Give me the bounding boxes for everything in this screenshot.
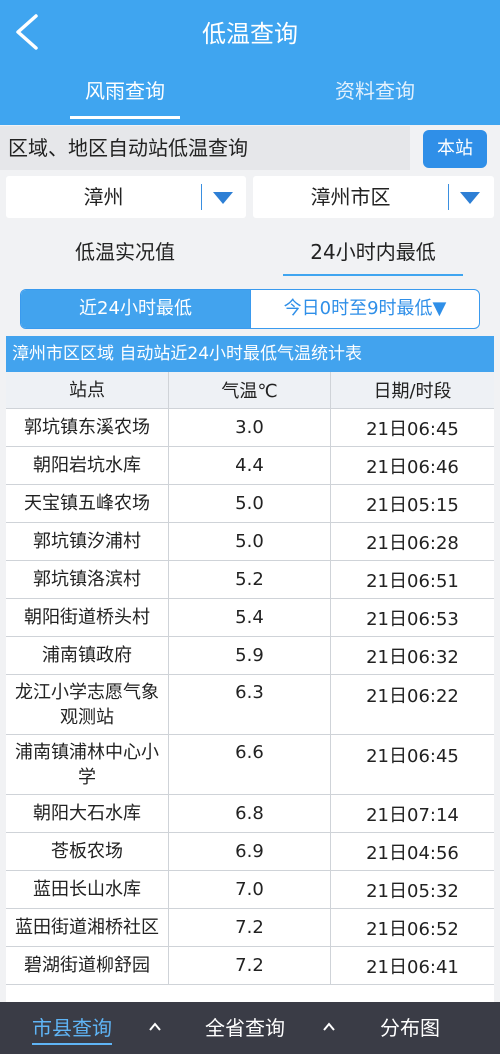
select-divider [448,184,449,210]
table-row[interactable]: 朝阳大石水库 6.8 21日07:14 [6,795,494,833]
mode-switch: 低温实况值 24小时内最低 [0,228,500,276]
temperature-cell: 5.9 [169,637,331,674]
temperature-cell: 7.2 [169,909,331,946]
datetime-cell: 21日05:15 [366,494,459,516]
datetime-cell: 21日06:45 [366,418,459,440]
station-name-cell: 蓝田街道湘桥社区 [6,909,169,946]
temperature-cell: 4.4 [169,447,331,484]
region-row: 区域、地区自动站低温查询 本站 [0,126,500,170]
temperature-cell: 6.8 [169,795,331,832]
datetime-cell: 21日06:53 [366,608,459,630]
district-select-value: 漳州市区 [310,185,391,209]
datetime-cell: 21日04:56 [366,842,459,864]
temperature-cell: 5.0 [169,485,331,522]
table-row[interactable]: 苍板农场 6.9 21日04:56 [6,833,494,871]
station-name-cell: 朝阳街道桥头村 [6,599,169,636]
region-selects: 漳州 漳州市区 [6,176,494,218]
header-datetime: 日期/时段 [373,381,452,402]
station-name-cell: 浦南镇浦林中心小学 [6,735,169,794]
bottom-nav: 市县查询 全省查询 分布图 [0,1002,500,1054]
app-header: 低温查询 风雨查询 资料查询 [0,0,500,125]
table-row[interactable]: 天宝镇五峰农场 5.0 21日05:15 [6,485,494,523]
table-row[interactable]: 蓝田长山水库 7.0 21日05:32 [6,871,494,909]
table-row[interactable]: 郭坑镇洛滨村 5.2 21日06:51 [6,561,494,599]
station-name-cell: 蓝田长山水库 [6,871,169,908]
page-title: 低温查询 [202,20,298,48]
dropdown-triangle-icon [460,192,480,204]
temperature-cell: 5.0 [169,523,331,560]
station-name-cell: 龙江小学志愿气象观测站 [6,675,169,734]
datetime-cell: 21日06:41 [366,956,459,978]
chevron-up-icon[interactable] [148,1020,162,1034]
station-name-cell: 朝阳大石水库 [6,795,169,832]
table-row[interactable]: 蓝田街道湘桥社区 7.2 21日06:52 [6,909,494,947]
table-row[interactable]: 碧湖街道柳舒园 7.2 21日06:41 [6,947,494,985]
table-row[interactable]: 朝阳街道桥头村 5.4 21日06:53 [6,599,494,637]
datetime-cell: 21日06:32 [366,646,459,668]
segment-last-24h[interactable]: 近24小时最低 [21,290,250,328]
temperature-cell: 6.3 [169,675,331,734]
temperature-cell: 6.6 [169,735,331,794]
station-name-cell: 浦南镇政府 [6,637,169,674]
city-select-value: 漳州 [83,185,124,209]
station-name-cell: 天宝镇五峰农场 [6,485,169,522]
station-name-cell: 郭坑镇汐浦村 [6,523,169,560]
nav-city-county[interactable]: 市县查询 [32,1002,112,1054]
table-row[interactable]: 郭坑镇汐浦村 5.0 21日06:28 [6,523,494,561]
tab-wind-rain[interactable]: 风雨查询 [0,74,250,125]
table-row[interactable]: 浦南镇政府 5.9 21日06:32 [6,637,494,675]
datetime-cell: 21日06:28 [366,532,459,554]
table-row[interactable]: 朝阳岩坑水库 4.4 21日06:46 [6,447,494,485]
table-row[interactable]: 龙江小学志愿气象观测站 6.3 21日06:22 [6,675,494,735]
datetime-cell: 21日06:22 [366,686,459,707]
low-temp-table[interactable]: 站点 气温℃ 日期/时段 郭坑镇东溪农场 3.0 21日06:45 朝阳岩坑水库 4.4… [6,372,494,1002]
segment-today-0-9[interactable]: 今日0时至9时最低▼ [250,290,479,328]
datetime-cell: 21日07:14 [366,804,459,826]
table-body: 郭坑镇东溪农场 3.0 21日06:45 朝阳岩坑水库 4.4 21日06:46 天宝镇五峰… [6,409,494,985]
district-select[interactable]: 漳州市区 [253,176,494,218]
temperature-cell: 5.4 [169,599,331,636]
mode-24h-low[interactable]: 24小时内最低 [283,228,463,276]
tab-bar: 风雨查询 资料查询 [0,74,500,125]
city-select[interactable]: 漳州 [6,176,246,218]
temperature-cell: 5.2 [169,561,331,598]
nav-city-county-label: 市县查询 [32,1016,112,1045]
table-header-row: 站点 气温℃ 日期/时段 [6,372,494,409]
temperature-cell: 6.9 [169,833,331,870]
select-divider [201,184,202,210]
header-temperature: 气温℃ [169,372,331,408]
station-name-cell: 苍板农场 [6,833,169,870]
dropdown-triangle-icon [213,192,233,204]
table-row[interactable]: 郭坑镇东溪农场 3.0 21日06:45 [6,409,494,447]
table-row[interactable]: 浦南镇浦林中心小学 6.6 21日06:45 [6,735,494,795]
datetime-cell: 21日06:46 [366,456,459,478]
this-station-button[interactable]: 本站 [423,130,487,168]
region-query-label: 区域、地区自动站低温查询 [0,126,410,170]
chevron-up-icon[interactable] [322,1020,336,1034]
datetime-cell: 21日06:52 [366,918,459,940]
mode-current-low[interactable]: 低温实况值 [40,228,210,276]
period-segmented-control: 近24小时最低 今日0时至9时最低▼ [20,289,480,329]
station-name-cell: 郭坑镇东溪农场 [6,409,169,446]
nav-province[interactable]: 全省查询 [205,1002,285,1054]
datetime-cell: 21日06:45 [366,746,459,767]
temperature-cell: 7.0 [169,871,331,908]
temperature-cell: 3.0 [169,409,331,446]
temperature-cell: 7.2 [169,947,331,984]
nav-distribution-map[interactable]: 分布图 [380,1002,440,1054]
header-station: 站点 [6,372,169,408]
table-title: 漳州市区区域 自动站近24小时最低气温统计表 [6,336,494,372]
datetime-cell: 21日05:32 [366,880,459,902]
station-name-cell: 碧湖街道柳舒园 [6,947,169,984]
tab-data-query[interactable]: 资料查询 [250,74,500,125]
station-name-cell: 朝阳岩坑水库 [6,447,169,484]
station-name-cell: 郭坑镇洛滨村 [6,561,169,598]
datetime-cell: 21日06:51 [366,570,459,592]
